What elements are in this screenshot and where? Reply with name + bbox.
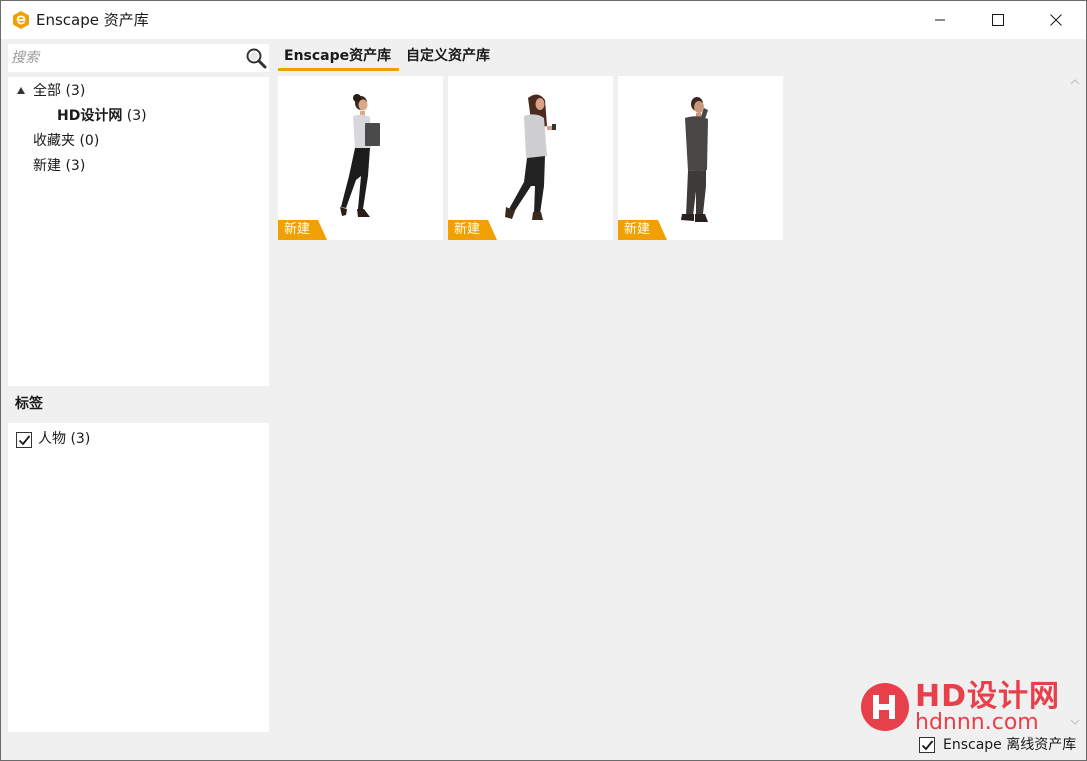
- tree-item-count: (3): [65, 83, 86, 99]
- person-woman-phone-image: [505, 94, 556, 220]
- tag-label-people[interactable]: 人物 (3): [38, 428, 90, 450]
- tree-item-label: 全部: [33, 83, 61, 99]
- tree-item-new[interactable]: 新建 (3): [33, 154, 85, 178]
- person-woman-folder-image: [340, 94, 380, 217]
- tree-item-count: (3): [126, 108, 147, 124]
- tree-item-count: (3): [65, 158, 86, 174]
- search-input[interactable]: [11, 47, 236, 69]
- maximize-icon: [992, 14, 1004, 26]
- checkmark-icon: [18, 435, 31, 446]
- watermark-url: hdnnn.com: [915, 710, 1039, 735]
- search-box: [8, 44, 269, 72]
- tags-header: 标签: [15, 396, 43, 412]
- tree-item-hd-design[interactable]: HD设计网 (3): [57, 104, 147, 128]
- scroll-down-arrow-icon[interactable]: [1069, 717, 1081, 727]
- asset-card[interactable]: 新建: [278, 76, 443, 240]
- tab-enscape-library[interactable]: Enscape资产库: [278, 45, 399, 71]
- new-badge: 新建: [448, 220, 498, 240]
- watermark-title: HD设计网: [915, 679, 1061, 714]
- expand-triangle-icon[interactable]: [17, 87, 25, 94]
- scroll-up-arrow-icon[interactable]: [1069, 77, 1081, 87]
- close-button[interactable]: [1027, 1, 1085, 39]
- tree-item-label: HD设计网: [57, 108, 123, 124]
- maximize-button[interactable]: [969, 1, 1027, 39]
- category-tree: 全部 (3) HD设计网 (3) 收藏夹 (0) 新建 (3): [8, 77, 269, 386]
- minimize-icon: [935, 19, 945, 21]
- tags-panel: 人物 (3): [8, 423, 269, 732]
- window-title: Enscape 资产库: [36, 11, 149, 29]
- checkmark-icon: [921, 740, 934, 751]
- new-badge: 新建: [618, 220, 668, 240]
- asset-library-window: Enscape 资产库 全部 (3) HD设计网 (3) 收藏夹: [0, 0, 1087, 761]
- tree-item-label: 新建: [33, 158, 61, 174]
- tag-checkbox-people[interactable]: [16, 432, 32, 448]
- asset-card[interactable]: 新建: [448, 76, 613, 240]
- minimize-button[interactable]: [911, 1, 969, 39]
- tree-item-favorites[interactable]: 收藏夹 (0): [33, 129, 99, 153]
- new-badge: 新建: [278, 220, 328, 240]
- close-icon: [1050, 14, 1062, 26]
- asset-card[interactable]: 新建: [618, 76, 783, 240]
- enscape-logo-icon: [13, 11, 29, 29]
- tree-item-label: 收藏夹: [33, 133, 75, 149]
- watermark: HD设计网 hdnnn.com: [859, 681, 1069, 735]
- search-icon[interactable]: [244, 46, 268, 70]
- offline-library-label[interactable]: Enscape 离线资产库: [943, 735, 1076, 755]
- tab-custom-library[interactable]: 自定义资产库: [400, 45, 496, 71]
- hd-logo-icon: [861, 683, 909, 731]
- offline-library-checkbox[interactable]: [919, 737, 935, 753]
- tree-item-count: (0): [79, 133, 100, 149]
- tree-item-all[interactable]: 全部 (3): [33, 79, 85, 103]
- person-man-phone-image: [681, 97, 708, 222]
- title-bar[interactable]: Enscape 资产库: [1, 1, 1086, 39]
